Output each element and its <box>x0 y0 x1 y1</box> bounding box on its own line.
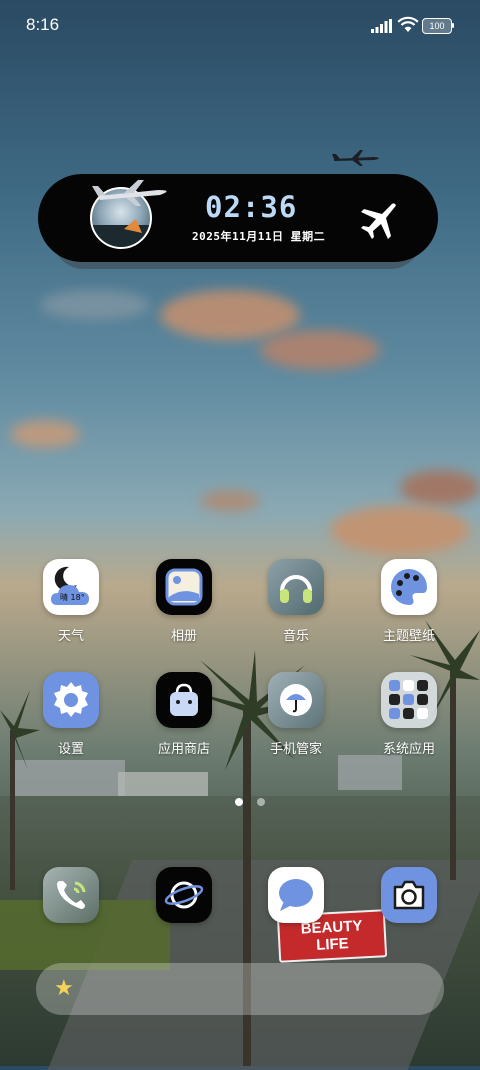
signal-icon <box>371 19 392 33</box>
cloud <box>400 470 480 506</box>
app-label: 主题壁纸 <box>382 629 435 644</box>
airplane-icon <box>361 203 396 239</box>
app-folder-system[interactable]: 系统应用 <box>369 672 449 757</box>
app-gallery[interactable]: 相册 <box>144 559 224 644</box>
status-bar: 8:16 100 <box>0 0 480 50</box>
app-label: 相册 <box>170 629 197 644</box>
widget-time: 02:36 <box>205 190 298 224</box>
app-label: 应用商店 <box>157 742 210 757</box>
theme-icon <box>381 559 437 615</box>
cloud <box>160 290 300 340</box>
app-label: 系统应用 <box>382 742 435 757</box>
page-indicator-active[interactable] <box>235 798 243 806</box>
battery-tip <box>452 23 454 28</box>
app-store-icon <box>156 672 212 728</box>
weather-temp: 晴 18° <box>60 593 85 602</box>
cloud <box>200 490 260 512</box>
cloud <box>40 290 150 320</box>
gallery-icon <box>156 559 212 615</box>
messages-icon <box>268 867 324 923</box>
app-label: 手机管家 <box>269 742 322 757</box>
app-phone[interactable] <box>31 867 111 923</box>
building <box>338 755 402 790</box>
airplane-silhouette <box>332 150 379 166</box>
phone-icon <box>43 867 99 923</box>
folder-icon <box>381 672 437 728</box>
star-icon: ★ <box>54 976 74 1001</box>
app-phone-manager[interactable]: 手机管家 <box>256 672 336 757</box>
sign-text: LIFE <box>315 935 350 954</box>
app-browser[interactable] <box>144 867 224 923</box>
app-music[interactable]: 音乐 <box>256 559 336 644</box>
cloud <box>10 420 80 448</box>
status-time: 8:16 <box>26 15 60 34</box>
camera-icon <box>381 867 437 923</box>
settings-icon <box>43 672 99 728</box>
weather-icon: 晴 18° <box>43 559 99 615</box>
app-messages[interactable] <box>256 867 336 923</box>
music-icon <box>268 559 324 615</box>
app-store[interactable]: 应用商店 <box>144 672 224 757</box>
app-label: 音乐 <box>282 629 309 644</box>
cloud <box>330 505 470 555</box>
app-weather[interactable]: 晴 18° 天气 <box>31 559 111 644</box>
wifi-icon <box>397 16 419 32</box>
dock-bar[interactable] <box>36 963 444 1015</box>
widget-date: 2025年11月11日 星期二 <box>192 230 326 243</box>
cloud <box>260 330 380 370</box>
browser-icon <box>156 867 212 923</box>
phone-manager-icon <box>268 672 324 728</box>
page-indicator[interactable] <box>257 798 265 806</box>
app-label: 设置 <box>57 742 84 757</box>
app-camera[interactable] <box>369 867 449 923</box>
app-theme[interactable]: 主题壁纸 <box>369 559 449 644</box>
app-label: 天气 <box>57 629 84 644</box>
widget-airplane-icon <box>92 180 167 206</box>
app-settings[interactable]: 设置 <box>31 672 111 757</box>
battery-indicator: 100 <box>422 18 452 34</box>
